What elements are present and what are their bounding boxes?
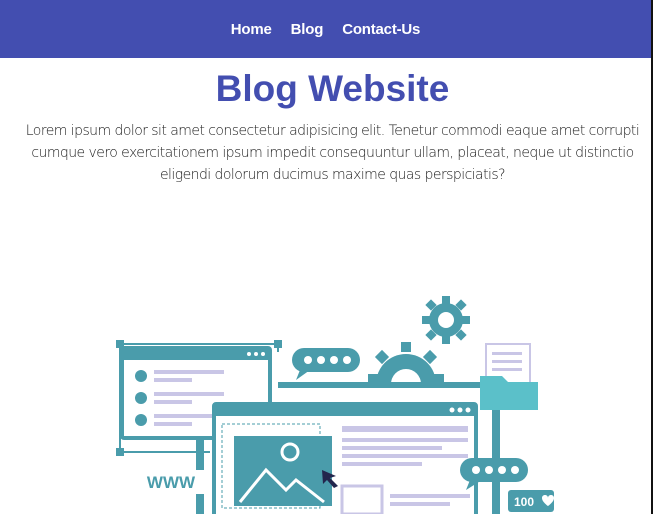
page-title: Blog Website	[215, 68, 450, 109]
nav-link-home[interactable]: Home	[231, 21, 272, 38]
www-label: WWW	[147, 473, 196, 492]
folder-icon	[480, 343, 538, 410]
gear-icon	[422, 296, 470, 344]
top-navbar: Home Blog Contact-Us	[0, 0, 651, 58]
main-browser-window-icon	[212, 402, 478, 518]
intro-paragraph: Lorem ipsum dolor sit amet consectetur a…	[25, 123, 640, 183]
likes-count: 100	[514, 495, 534, 509]
chat-bubble-icon	[292, 348, 360, 380]
large-gear-icon	[368, 342, 444, 384]
blog-illustration-svg: WWW 100	[116, 296, 554, 518]
www-badge: WWW	[134, 470, 208, 494]
hero-illustration: WWW 100	[110, 290, 560, 518]
likes-badge: 100	[508, 490, 554, 512]
nav-link-contact-us[interactable]: Contact-Us	[342, 21, 420, 38]
nav-link-blog[interactable]: Blog	[291, 21, 324, 38]
